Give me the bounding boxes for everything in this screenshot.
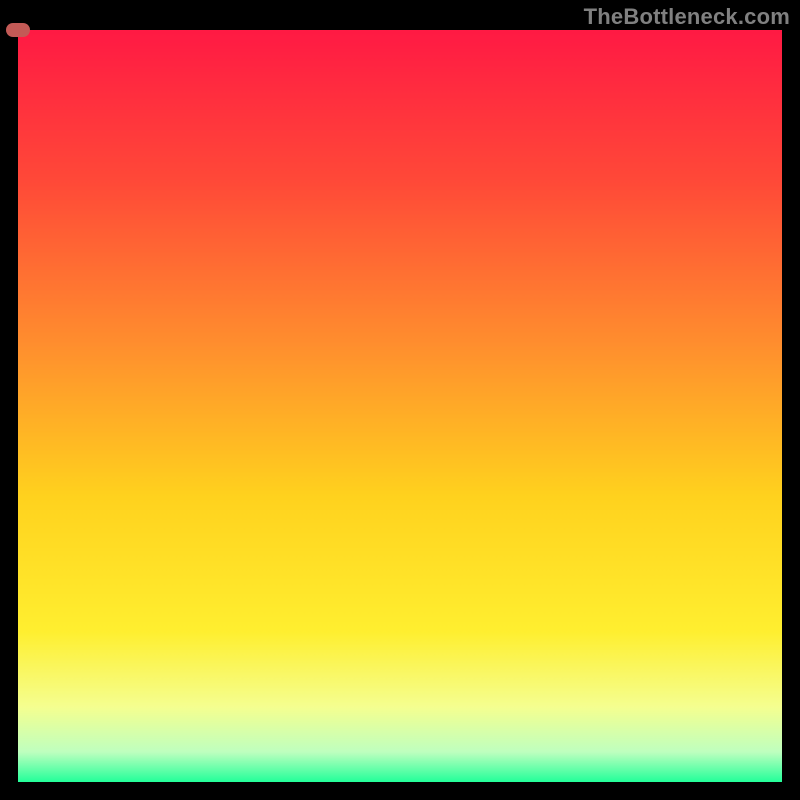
valley-marker xyxy=(6,23,30,37)
watermark-text: TheBottleneck.com xyxy=(584,4,790,30)
bottleneck-curve xyxy=(18,30,782,782)
plot-area xyxy=(18,30,782,782)
chart-frame: TheBottleneck.com xyxy=(0,0,800,800)
